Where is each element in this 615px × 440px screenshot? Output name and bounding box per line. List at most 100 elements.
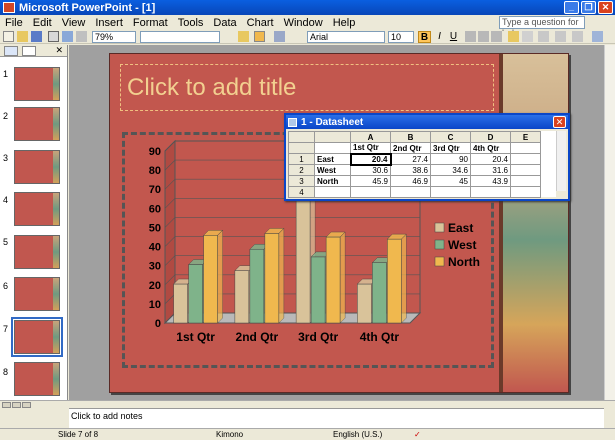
data-cell[interactable]: 30.6 [350, 164, 391, 176]
slide-thumbnail[interactable] [14, 67, 60, 101]
data-cell[interactable]: 90 [430, 153, 471, 165]
save-icon[interactable] [31, 31, 42, 42]
column-letter[interactable]: C [430, 131, 471, 143]
menu-item-edit[interactable]: Edit [28, 17, 57, 29]
data-cell[interactable]: 20.4 [470, 153, 511, 165]
datasheet-grid[interactable]: A B C D E 1st Qtr 2nd Qtr 3rd Qtr 4th Qt… [288, 131, 556, 198]
bar [188, 264, 203, 324]
toolbar: 79% Arial 10 B I U [0, 31, 615, 44]
scissors-icon[interactable] [274, 31, 285, 42]
normal-view-button[interactable] [2, 402, 11, 408]
column-header-cell[interactable]: 2nd Qtr [390, 142, 431, 154]
slide-sorter-button[interactable] [12, 402, 21, 408]
underline-button[interactable]: U [447, 31, 460, 43]
align-right-icon[interactable] [491, 31, 502, 42]
new-icon[interactable] [3, 31, 14, 42]
slide-thumbnail[interactable] [14, 362, 60, 396]
chart-type-icon[interactable] [254, 31, 265, 42]
column-header-cell[interactable]: 3rd Qtr [430, 142, 471, 154]
bar-side [401, 233, 407, 324]
row-label-cell[interactable]: North [314, 175, 351, 187]
menu-item-format[interactable]: Format [128, 17, 173, 29]
slide-thumbnail-selected[interactable] [11, 317, 63, 357]
row-number[interactable]: 2 [288, 164, 315, 176]
currency-icon[interactable] [508, 31, 519, 42]
bar [387, 238, 402, 324]
data-cell[interactable]: 43.9 [470, 175, 511, 187]
cut-icon[interactable] [62, 31, 73, 42]
data-cell[interactable]: 31.6 [470, 164, 511, 176]
menu-item-help[interactable]: Help [328, 17, 361, 29]
data-cell[interactable]: 46.9 [390, 175, 431, 187]
chart-objects-select[interactable] [140, 31, 220, 43]
slide-thumbnail[interactable] [14, 107, 60, 141]
horizontal-scrollbar[interactable] [0, 400, 615, 408]
menu-item-insert[interactable]: Insert [90, 17, 128, 29]
decimal-icon[interactable] [555, 31, 566, 42]
datasheet-close-button[interactable]: ✕ [553, 116, 566, 128]
active-cell[interactable]: 20.4 [349, 152, 392, 166]
slideshow-button[interactable] [22, 402, 31, 408]
align-center-icon[interactable] [478, 31, 489, 42]
menu-item-view[interactable]: View [57, 17, 91, 29]
zoom-select[interactable]: 79% [92, 31, 136, 43]
tab-slides[interactable] [22, 45, 36, 56]
data-cell[interactable]: 45.9 [350, 175, 391, 187]
column-letter[interactable]: E [510, 131, 541, 143]
help-search-input[interactable]: Type a question for help [499, 16, 585, 38]
open-icon[interactable] [17, 31, 28, 42]
undo-icon[interactable] [76, 31, 87, 42]
font-select[interactable]: Arial [307, 31, 385, 43]
restore-button[interactable]: ❐ [581, 1, 596, 14]
slide-thumbnail[interactable] [14, 235, 60, 269]
column-header-cell[interactable]: 1st Qtr [350, 142, 391, 154]
column-letter[interactable]: D [470, 131, 511, 143]
angle-icon[interactable] [572, 31, 583, 42]
menu-item-data[interactable]: Data [208, 17, 241, 29]
status-bar: Slide 7 of 8 Kimono English (U.S.) ✓ [0, 428, 615, 440]
column-letter[interactable]: A [350, 131, 391, 143]
row-number[interactable]: 4 [288, 186, 315, 198]
menu-item-chart[interactable]: Chart [242, 17, 279, 29]
column-header-cell[interactable]: 4th Qtr [470, 142, 511, 154]
row-number[interactable]: 1 [288, 153, 315, 165]
notes-pane[interactable]: Click to add notes [69, 408, 604, 428]
slide-thumbnail[interactable] [14, 192, 60, 226]
format-icon[interactable] [238, 31, 249, 42]
menu-item-window[interactable]: Window [279, 17, 328, 29]
slide-thumbnail[interactable] [14, 277, 60, 311]
slide[interactable]: Click to add title 0 10 20 30 40 50 60 70 80 90 1s… [109, 53, 569, 393]
comma-icon[interactable] [538, 31, 549, 42]
font-size-select[interactable]: 10 [388, 31, 414, 43]
menu-item-tools[interactable]: Tools [173, 17, 209, 29]
data-cell[interactable]: 34.6 [430, 164, 471, 176]
x-category-label: 3rd Qtr [298, 330, 338, 344]
y-tick-label: 70 [149, 184, 161, 196]
close-button[interactable]: ✕ [598, 1, 613, 14]
bar [203, 235, 218, 324]
slide-thumbnail[interactable] [14, 150, 60, 184]
powerpoint-app-icon[interactable] [3, 2, 15, 13]
percent-icon[interactable] [522, 31, 533, 42]
datasheet-scrollbar[interactable] [556, 131, 566, 191]
bold-button[interactable]: B [418, 31, 431, 43]
align-left-icon[interactable] [465, 31, 476, 42]
minimize-button[interactable]: _ [564, 1, 579, 14]
title-placeholder[interactable]: Click to add title [120, 64, 494, 111]
row-label-cell[interactable]: West [314, 164, 351, 176]
vertical-scrollbar[interactable] [604, 45, 615, 400]
close-icon[interactable]: ✕ [55, 45, 63, 56]
thumb-number: 6 [3, 281, 9, 291]
data-cell[interactable]: 45 [430, 175, 471, 187]
more-icon[interactable] [592, 31, 603, 42]
tab-outline[interactable] [4, 45, 18, 56]
data-cell[interactable]: 38.6 [390, 164, 431, 176]
datasheet-window[interactable]: 1 - Datasheet ✕ A B C D E 1st Qtr 2nd Qt… [284, 113, 570, 201]
print-icon[interactable] [48, 31, 59, 42]
data-cell[interactable]: 27.4 [390, 153, 431, 165]
menu-item-file[interactable]: File [0, 17, 28, 29]
column-letter[interactable]: B [390, 131, 431, 143]
italic-button[interactable]: I [433, 31, 446, 43]
row-number[interactable]: 3 [288, 175, 315, 187]
row-label-cell[interactable]: East [314, 153, 351, 165]
